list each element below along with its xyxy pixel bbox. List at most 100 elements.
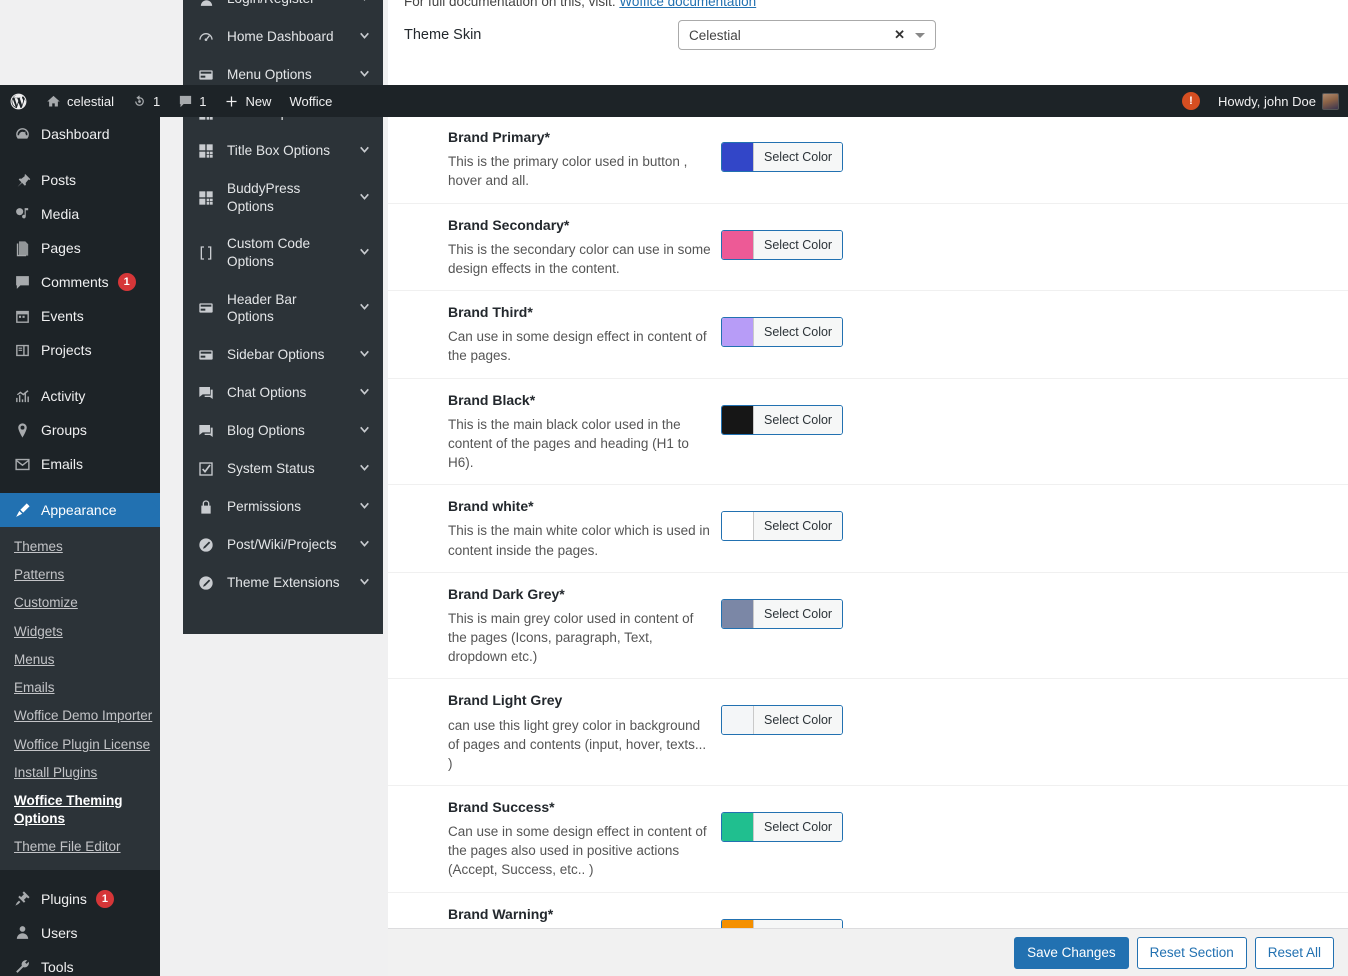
save-changes-button[interactable]: Save Changes	[1014, 937, 1129, 969]
submenu-item-woffice-plugin-license[interactable]: Woffice Plugin License	[0, 731, 160, 759]
woffice-option-custom-code-options[interactable]: Custom Code Options	[183, 225, 383, 280]
chevron-down-icon[interactable]	[915, 33, 925, 38]
chevron-down-icon[interactable]	[358, 300, 371, 316]
submenu-item-theme-file-editor[interactable]: Theme File Editor	[0, 833, 160, 861]
chevron-down-icon[interactable]	[358, 190, 371, 206]
color-picker[interactable]: Select Color	[721, 511, 843, 541]
submenu-item-install-plugins[interactable]: Install Plugins	[0, 759, 160, 787]
color-swatch[interactable]	[722, 706, 754, 734]
submenu-item-woffice-theming-options[interactable]: Woffice Theming Options	[0, 787, 160, 833]
submenu-item-woffice-demo-importer[interactable]: Woffice Demo Importer	[0, 702, 160, 730]
reset-all-button[interactable]: Reset All	[1255, 937, 1334, 969]
color-picker[interactable]: Select Color	[721, 230, 843, 260]
notice-badge-menu[interactable]: !	[1173, 85, 1209, 117]
color-swatch[interactable]	[722, 318, 754, 346]
wp-logo-menu[interactable]	[0, 85, 37, 117]
woffice-option-label: Theme Extensions	[227, 574, 346, 592]
chevron-down-icon[interactable]	[358, 0, 371, 7]
sidebar-item-users[interactable]: Users	[0, 916, 160, 950]
color-option-title: Brand Primary*	[448, 128, 713, 146]
woffice-option-system-status[interactable]: System Status	[183, 450, 383, 488]
sidebar-item-media[interactable]: Media	[0, 197, 160, 231]
color-picker[interactable]: Select Color	[721, 405, 843, 435]
color-swatch[interactable]	[722, 406, 754, 434]
submenu-item-menus[interactable]: Menus	[0, 646, 160, 674]
woffice-documentation-link[interactable]: Woffice documentation	[619, 0, 756, 9]
woffice-option-header-bar-options[interactable]: Header Bar Options	[183, 281, 383, 336]
woffice-option-buddypress-options[interactable]: BuddyPress Options	[183, 170, 383, 225]
sidebar-item-groups[interactable]: Groups	[0, 413, 160, 447]
new-content-menu[interactable]: New	[215, 85, 280, 117]
color-swatch[interactable]	[722, 813, 754, 841]
select-color-button[interactable]: Select Color	[754, 231, 842, 259]
select-color-button[interactable]: Select Color	[754, 318, 842, 346]
new-label: New	[245, 94, 271, 109]
sidebar-item-comments[interactable]: Comments1	[0, 265, 160, 299]
comments-menu[interactable]: 1	[169, 85, 215, 117]
submenu-item-customize[interactable]: Customize	[0, 589, 160, 617]
chevron-down-icon[interactable]	[358, 29, 371, 45]
sidebar-item-posts[interactable]: Posts	[0, 163, 160, 197]
clear-x-icon[interactable]: ✕	[894, 27, 905, 43]
woffice-option-theme-extensions[interactable]: Theme Extensions	[183, 564, 383, 602]
sidebar-item-plugins[interactable]: Plugins1	[0, 882, 160, 916]
select-color-button[interactable]: Select Color	[754, 600, 842, 628]
chevron-down-icon[interactable]	[358, 537, 371, 553]
woffice-option-title-box-options[interactable]: Title Box Options	[183, 132, 383, 170]
color-picker[interactable]: Select Color	[721, 599, 843, 629]
sidebar-item-events[interactable]: Events	[0, 299, 160, 333]
theme-skin-select[interactable]: Celestial ✕	[678, 20, 936, 50]
chevron-down-icon[interactable]	[358, 423, 371, 439]
woffice-option-label: System Status	[227, 460, 346, 478]
color-swatch[interactable]	[722, 143, 754, 171]
chat-icon	[197, 385, 215, 401]
woffice-option-post-wiki-projects[interactable]: Post/Wiki/Projects	[183, 526, 383, 564]
chevron-down-icon[interactable]	[358, 461, 371, 477]
select-color-button[interactable]: Select Color	[754, 143, 842, 171]
color-swatch[interactable]	[722, 231, 754, 259]
woffice-option-permissions[interactable]: Permissions	[183, 488, 383, 526]
color-swatch[interactable]	[722, 600, 754, 628]
select-color-button[interactable]: Select Color	[754, 512, 842, 540]
chevron-down-icon[interactable]	[358, 347, 371, 363]
sidebar-item-appearance[interactable]: Appearance	[0, 493, 160, 527]
sidebar-item-pages[interactable]: Pages	[0, 231, 160, 265]
reset-section-button[interactable]: Reset Section	[1137, 937, 1247, 969]
site-name-menu[interactable]: celestial	[37, 85, 123, 117]
select-color-button[interactable]: Select Color	[754, 920, 842, 928]
submenu-item-widgets[interactable]: Widgets	[0, 618, 160, 646]
color-picker[interactable]: Select Color	[721, 705, 843, 735]
woffice-option-login-register[interactable]: Login/Register	[183, 0, 383, 18]
woffice-option-home-dashboard[interactable]: Home Dashboard	[183, 18, 383, 56]
color-swatch[interactable]	[722, 512, 754, 540]
chevron-down-icon[interactable]	[358, 143, 371, 159]
select-color-button[interactable]: Select Color	[754, 706, 842, 734]
sidebar-item-emails[interactable]: Emails	[0, 447, 160, 481]
sidebar-item-tools[interactable]: Tools	[0, 950, 160, 976]
submenu-item-emails[interactable]: Emails	[0, 674, 160, 702]
my-account-menu[interactable]: Howdy, john Doe	[1209, 85, 1348, 117]
sidebar-item-dashboard[interactable]: Dashboard	[0, 117, 160, 151]
sidebar-item-activity[interactable]: Activity	[0, 379, 160, 413]
woffice-option-blog-options[interactable]: Blog Options	[183, 412, 383, 450]
chevron-down-icon[interactable]	[358, 245, 371, 261]
gauge-icon	[197, 29, 215, 45]
chevron-down-icon[interactable]	[358, 385, 371, 401]
woffice-menu[interactable]: Woffice	[280, 85, 341, 117]
select-color-button[interactable]: Select Color	[754, 813, 842, 841]
woffice-option-sidebar-options[interactable]: Sidebar Options	[183, 336, 383, 374]
updates-menu[interactable]: 1	[123, 85, 169, 117]
color-swatch[interactable]	[722, 920, 754, 928]
chevron-down-icon[interactable]	[358, 67, 371, 83]
color-picker[interactable]: Select Color	[721, 812, 843, 842]
submenu-item-themes[interactable]: Themes	[0, 533, 160, 561]
woffice-option-chat-options[interactable]: Chat Options	[183, 374, 383, 412]
submenu-item-patterns[interactable]: Patterns	[0, 561, 160, 589]
chevron-down-icon[interactable]	[358, 575, 371, 591]
color-picker[interactable]: Select Color	[721, 142, 843, 172]
color-picker[interactable]: Select Color	[721, 919, 843, 928]
chevron-down-icon[interactable]	[358, 499, 371, 515]
color-picker[interactable]: Select Color	[721, 317, 843, 347]
sidebar-item-projects[interactable]: Projects	[0, 333, 160, 367]
select-color-button[interactable]: Select Color	[754, 406, 842, 434]
